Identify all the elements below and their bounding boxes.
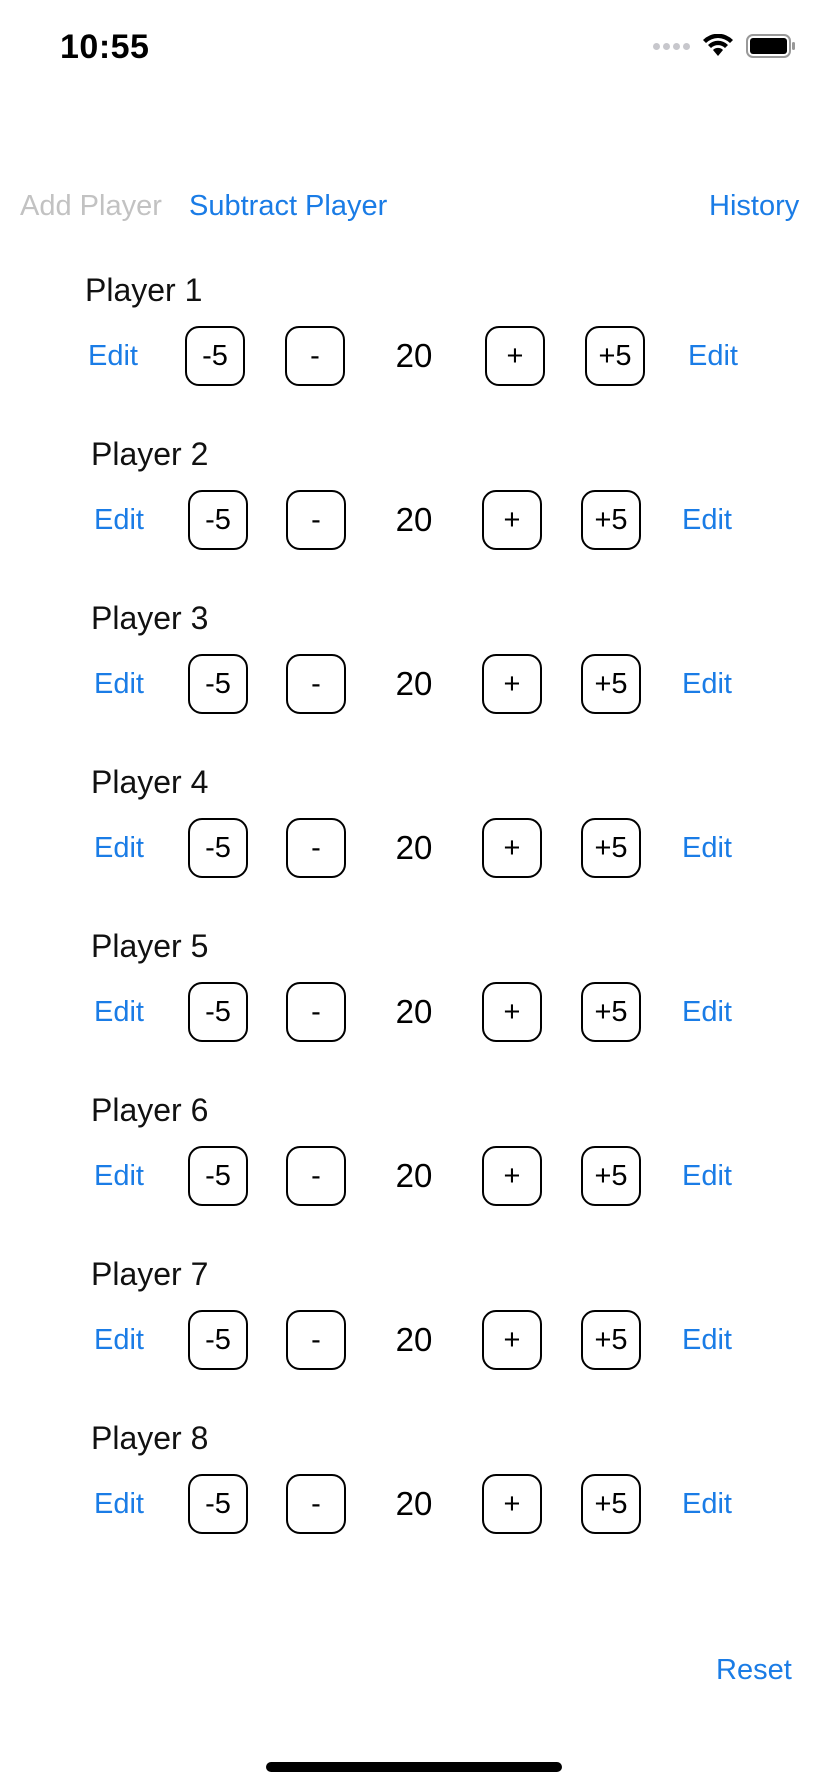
edit-left-button[interactable]: Edit [94,654,144,714]
plus-one-button[interactable]: + [482,1146,542,1206]
minus-one-button[interactable]: - [286,490,346,550]
player-name: Player 8 [91,1420,209,1456]
player-name: Player 1 [85,272,203,308]
plus-five-button[interactable]: +5 [581,1474,641,1534]
cellular-signal-icon [653,42,690,50]
edit-right-button[interactable]: Edit [682,1146,732,1206]
plus-five-button[interactable]: +5 [581,654,641,714]
player-controls: Edit -5 - 20 + +5 Edit [0,1310,828,1370]
edit-left-button[interactable]: Edit [94,1310,144,1370]
plus-five-button[interactable]: +5 [581,1146,641,1206]
edit-right-button[interactable]: Edit [682,1474,732,1534]
player-name: Player 6 [91,1092,209,1128]
subtract-player-button[interactable]: Subtract Player [189,190,387,223]
plus-one-button[interactable]: + [482,1474,542,1534]
plus-five-button[interactable]: +5 [581,1310,641,1370]
battery-icon [746,34,795,58]
edit-left-button[interactable]: Edit [94,490,144,550]
plus-five-button[interactable]: +5 [585,326,645,386]
edit-right-button[interactable]: Edit [682,818,732,878]
player-controls: Edit -5 - 20 + +5 Edit [0,982,828,1042]
player-score: 20 [395,337,433,374]
player-score: 20 [395,665,433,702]
player-controls: Edit -5 - 20 + +5 Edit [0,490,828,550]
minus-five-button[interactable]: -5 [188,1146,248,1206]
minus-one-button[interactable]: - [285,326,345,386]
plus-one-button[interactable]: + [482,654,542,714]
minus-five-button[interactable]: -5 [188,654,248,714]
plus-five-button[interactable]: +5 [581,818,641,878]
plus-five-button[interactable]: +5 [581,982,641,1042]
edit-left-button[interactable]: Edit [94,1146,144,1206]
minus-five-button[interactable]: -5 [188,982,248,1042]
minus-five-button[interactable]: -5 [188,818,248,878]
plus-one-button[interactable]: + [482,490,542,550]
player-controls: Edit -5 - 20 + +5 Edit [0,1146,828,1206]
minus-one-button[interactable]: - [286,1310,346,1370]
wifi-icon [703,34,733,56]
player-name: Player 2 [91,436,209,472]
home-indicator[interactable] [266,1762,562,1772]
reset-button[interactable]: Reset [716,1654,792,1687]
player-controls: Edit -5 - 20 + +5 Edit [0,818,828,878]
player-controls: Edit -5 - 20 + +5 Edit [0,326,828,386]
player-score: 20 [395,1321,433,1358]
player-score: 20 [395,1157,433,1194]
player-name: Player 5 [91,928,209,964]
player-controls: Edit -5 - 20 + +5 Edit [0,654,828,714]
edit-left-button[interactable]: Edit [94,818,144,878]
minus-one-button[interactable]: - [286,1474,346,1534]
edit-right-button[interactable]: Edit [682,1310,732,1370]
minus-five-button[interactable]: -5 [185,326,245,386]
status-icons [653,34,796,58]
edit-right-button[interactable]: Edit [682,982,732,1042]
minus-one-button[interactable]: - [286,818,346,878]
minus-five-button[interactable]: -5 [188,490,248,550]
minus-five-button[interactable]: -5 [188,1310,248,1370]
minus-one-button[interactable]: - [286,982,346,1042]
plus-one-button[interactable]: + [482,982,542,1042]
player-score: 20 [395,501,433,538]
plus-one-button[interactable]: + [485,326,545,386]
player-controls: Edit -5 - 20 + +5 Edit [0,1474,828,1534]
minus-one-button[interactable]: - [286,654,346,714]
add-player-button[interactable]: Add Player [20,190,162,223]
player-name: Player 7 [91,1256,209,1292]
edit-right-button[interactable]: Edit [682,654,732,714]
player-score: 20 [395,829,433,866]
edit-right-button[interactable]: Edit [682,490,732,550]
edit-left-button[interactable]: Edit [94,982,144,1042]
minus-five-button[interactable]: -5 [188,1474,248,1534]
edit-right-button[interactable]: Edit [688,326,738,386]
minus-one-button[interactable]: - [286,1146,346,1206]
status-time: 10:55 [60,28,150,66]
player-score: 20 [395,993,433,1030]
plus-five-button[interactable]: +5 [581,490,641,550]
player-name: Player 4 [91,764,209,800]
edit-left-button[interactable]: Edit [88,326,138,386]
plus-one-button[interactable]: + [482,1310,542,1370]
player-name: Player 3 [91,600,209,636]
player-score: 20 [395,1485,433,1522]
plus-one-button[interactable]: + [482,818,542,878]
edit-left-button[interactable]: Edit [94,1474,144,1534]
history-button[interactable]: History [709,190,799,223]
